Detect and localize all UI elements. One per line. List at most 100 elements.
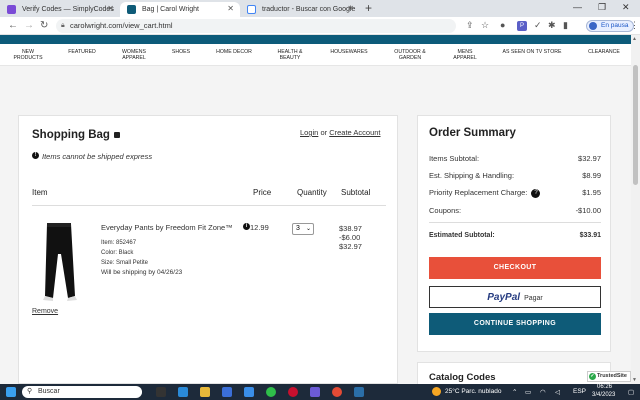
nav-outdoor-garden[interactable]: OUTDOOR & GARDEN bbox=[388, 49, 432, 61]
create-account-link[interactable]: Create Account bbox=[329, 128, 380, 137]
weather-text[interactable]: 25°C Parc. nublado bbox=[445, 388, 501, 395]
close-window-button[interactable]: ✕ bbox=[622, 2, 630, 13]
store-icon[interactable] bbox=[222, 387, 232, 397]
sidebar-icon[interactable]: ▮ bbox=[563, 20, 568, 31]
info-icon[interactable]: i bbox=[243, 223, 250, 230]
bing-icon[interactable] bbox=[132, 387, 142, 397]
simplycodes-favicon-icon bbox=[7, 5, 16, 14]
photos-icon[interactable] bbox=[354, 387, 364, 397]
tab-simplycodes[interactable]: Verify Codes — SimplyCodes ✕ bbox=[0, 2, 120, 17]
maximize-button[interactable]: ❐ bbox=[598, 2, 606, 13]
back-icon[interactable]: ← bbox=[8, 20, 18, 31]
menu-icon[interactable]: ⋮ bbox=[630, 20, 639, 31]
checkout-button[interactable]: CHECKOUT bbox=[429, 257, 601, 279]
paypal-button[interactable]: PayPal Pagar bbox=[429, 286, 601, 308]
shipping-date: Will be shipping by 04/26/23 bbox=[101, 269, 183, 276]
file-explorer-icon[interactable] bbox=[200, 387, 210, 397]
close-icon[interactable]: ✕ bbox=[347, 4, 354, 13]
divider bbox=[429, 222, 601, 223]
language-indicator[interactable]: ESP bbox=[573, 388, 586, 395]
scroll-down-icon[interactable]: ▼ bbox=[632, 377, 637, 383]
shopping-bag-title: Shopping Bag bbox=[32, 129, 120, 141]
nav-featured[interactable]: FEATURED bbox=[63, 49, 101, 55]
shipping-notice: Items cannot be shipped express bbox=[42, 152, 153, 161]
profile-button[interactable]: En pausa bbox=[586, 20, 635, 32]
order-summary-panel: Order Summary Items Subtotal: $32.97 Est… bbox=[417, 115, 611, 352]
weather-icon[interactable] bbox=[432, 387, 441, 396]
nav-womens-apparel[interactable]: WOMENS APPAREL bbox=[114, 49, 154, 61]
tab-title: Bag | Carol Wright bbox=[142, 6, 199, 13]
nav-health-beauty[interactable]: HEALTH & BEAUTY bbox=[270, 49, 310, 61]
summary-row-estimated: Estimated Subtotal: $33.91 bbox=[429, 232, 601, 239]
nav-shoes[interactable]: SHOES bbox=[166, 49, 196, 55]
puzzle-icon[interactable]: ✱ bbox=[548, 20, 556, 31]
nav-housewares[interactable]: HOUSEWARES bbox=[324, 49, 374, 55]
extension-circle-icon[interactable]: ● bbox=[500, 20, 505, 30]
notification-icon[interactable]: ▢ bbox=[628, 388, 634, 396]
summary-value: $1.95 bbox=[582, 188, 601, 197]
url-input[interactable]: 🔒︎ carolwright.com/view_cart.html bbox=[56, 19, 456, 33]
shopping-bag-panel: Shopping Bag Login or Create Account ! I… bbox=[18, 115, 398, 384]
summary-label: Items Subtotal: bbox=[429, 154, 480, 163]
category-nav: NEW PRODUCTS FEATURED WOMENS APPAREL SHOES… bbox=[0, 44, 631, 66]
whatsapp-icon[interactable] bbox=[266, 387, 276, 397]
remove-link[interactable]: Remove bbox=[32, 308, 58, 315]
close-icon[interactable]: ✕ bbox=[107, 4, 114, 13]
quantity-select[interactable]: 3 ⌄ bbox=[292, 223, 314, 235]
forward-icon[interactable]: → bbox=[24, 20, 34, 31]
tab-carolwright[interactable]: Bag | Carol Wright ✕ bbox=[120, 2, 240, 17]
windows-start-icon[interactable] bbox=[6, 387, 16, 397]
task-view-icon[interactable] bbox=[156, 387, 166, 397]
help-icon[interactable]: ? bbox=[531, 188, 541, 198]
taskbar-search-input[interactable]: ⚲ Buscar bbox=[22, 386, 142, 398]
scrollbar-thumb[interactable] bbox=[633, 65, 638, 185]
chevron-down-icon: ⌄ bbox=[305, 226, 311, 232]
summary-label: Priority Replacement Charge: bbox=[429, 188, 528, 197]
summary-row-coupons: Coupons: -$10.00 bbox=[429, 206, 601, 215]
tray-chevron-icon[interactable]: ⌃ bbox=[512, 388, 517, 396]
opera-icon[interactable] bbox=[288, 387, 298, 397]
share-icon[interactable]: ⇪ bbox=[466, 20, 474, 31]
nav-home-decor[interactable]: HOME DECOR bbox=[210, 49, 258, 55]
clock-time[interactable]: 06:26 bbox=[597, 384, 612, 390]
product-name[interactable]: Everyday Pants by Freedom Fit Zone™ bbox=[101, 223, 233, 232]
minimize-button[interactable]: — bbox=[573, 2, 582, 12]
nav-new-products[interactable]: NEW PRODUCTS bbox=[8, 49, 48, 61]
edge-icon[interactable] bbox=[178, 387, 188, 397]
nav-as-seen-on-tv[interactable]: AS SEEN ON TV STORE bbox=[496, 49, 568, 55]
scroll-up-icon[interactable]: ▲ bbox=[632, 36, 637, 42]
line-discount: -$6.00 bbox=[339, 233, 361, 242]
avatar bbox=[589, 22, 597, 30]
chrome-icon[interactable] bbox=[332, 387, 342, 397]
volume-icon[interactable]: ◁ bbox=[555, 388, 560, 396]
tab-google[interactable]: traductor - Buscar con Google ✕ bbox=[240, 2, 360, 17]
reload-icon[interactable]: ↻ bbox=[40, 20, 48, 31]
wifi-icon[interactable]: ◠ bbox=[540, 388, 546, 396]
checkmark-icon: ✓ bbox=[589, 373, 596, 380]
extension-p-icon[interactable]: P bbox=[517, 21, 527, 31]
battery-icon[interactable]: ▭ bbox=[525, 388, 531, 396]
nav-clearance[interactable]: CLEARANCE bbox=[582, 49, 626, 55]
continue-shopping-button[interactable]: CONTINUE SHOPPING bbox=[429, 313, 601, 335]
mail-icon[interactable] bbox=[244, 387, 254, 397]
page-scrollbar[interactable]: ▲ ▼ bbox=[631, 35, 640, 384]
login-link[interactable]: Login bbox=[300, 128, 318, 137]
summary-value: -$10.00 bbox=[575, 206, 601, 215]
product-image[interactable] bbox=[37, 220, 83, 302]
nav-mens-apparel[interactable]: MENS APPAREL bbox=[445, 49, 485, 61]
tab-title: traductor - Buscar con Google bbox=[262, 6, 356, 13]
column-price: Price bbox=[253, 188, 272, 197]
new-tab-button[interactable]: + bbox=[365, 1, 372, 15]
catalog-codes-title: Catalog Codes bbox=[429, 372, 496, 383]
trustedsite-label: TrustedSite bbox=[597, 373, 627, 379]
estimated-label: Estimated Subtotal: bbox=[429, 232, 495, 239]
shopping-bag-title-text: Shopping Bag bbox=[32, 129, 110, 141]
summary-value: $8.99 bbox=[582, 171, 601, 180]
teams-icon[interactable] bbox=[310, 387, 320, 397]
url-text: carolwright.com/view_cart.html bbox=[70, 21, 173, 30]
clock-date[interactable]: 3/4/2023 bbox=[592, 392, 615, 398]
star-icon[interactable]: ☆ bbox=[481, 20, 489, 31]
close-icon[interactable]: ✕ bbox=[227, 4, 234, 13]
trustedsite-badge[interactable]: ✓ TrustedSite bbox=[587, 371, 631, 382]
extension-v-icon[interactable]: ✓ bbox=[534, 20, 542, 31]
